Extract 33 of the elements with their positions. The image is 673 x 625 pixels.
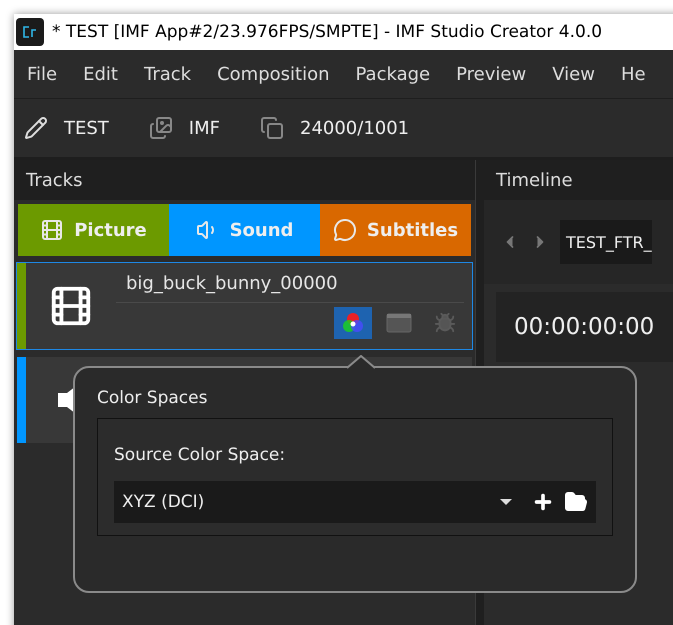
popup-title: Color Spaces: [97, 388, 208, 408]
field-label: Source Color Space:: [114, 445, 286, 465]
app-logo-icon: [16, 18, 44, 46]
panel-title: Timeline: [496, 170, 573, 190]
menu-item[interactable]: File: [14, 64, 70, 84]
color-spaces-button[interactable]: [334, 307, 372, 339]
toolbar-label: IMF: [188, 118, 220, 138]
caret-icon: [500, 499, 512, 505]
speech-bubble-icon: [332, 218, 357, 242]
menu-item[interactable]: He: [608, 64, 659, 84]
film-icon: [40, 218, 64, 242]
menu-item[interactable]: Preview: [443, 64, 540, 84]
add-icon[interactable]: [532, 491, 554, 513]
folder-icon[interactable]: [564, 490, 588, 514]
menu-item[interactable]: Edit: [70, 64, 131, 84]
track-name: big_buck_bunny_00000: [116, 263, 464, 303]
color-circles-icon: [342, 312, 364, 334]
edit-icon[interactable]: [24, 116, 48, 140]
panel-title: Tracks: [26, 170, 82, 190]
timecode-display: 00:00:00:00: [496, 292, 673, 362]
bug-icon: [434, 312, 456, 334]
color-space-dropdown[interactable]: XYZ (DCI): [114, 481, 596, 523]
composition-tab[interactable]: TEST_FTR_: [560, 220, 652, 264]
toolbar-label: 24000/1001: [300, 118, 410, 138]
menu-item[interactable]: View: [539, 64, 608, 84]
toolbar-label: TEST: [64, 118, 109, 138]
menu-item[interactable]: Track: [130, 64, 204, 84]
images-icon[interactable]: [148, 116, 173, 140]
window-title: * TEST [IMF App#2/23.976FPS/SMPTE] - IMF Studio Creator 4.0.0: [52, 22, 602, 42]
copy-icon[interactable]: [260, 116, 284, 140]
track-row[interactable]: big_buck_bunny_00000: [16, 262, 473, 350]
menu-item[interactable]: Composition: [204, 64, 343, 84]
menu-item[interactable]: Package: [342, 64, 444, 84]
